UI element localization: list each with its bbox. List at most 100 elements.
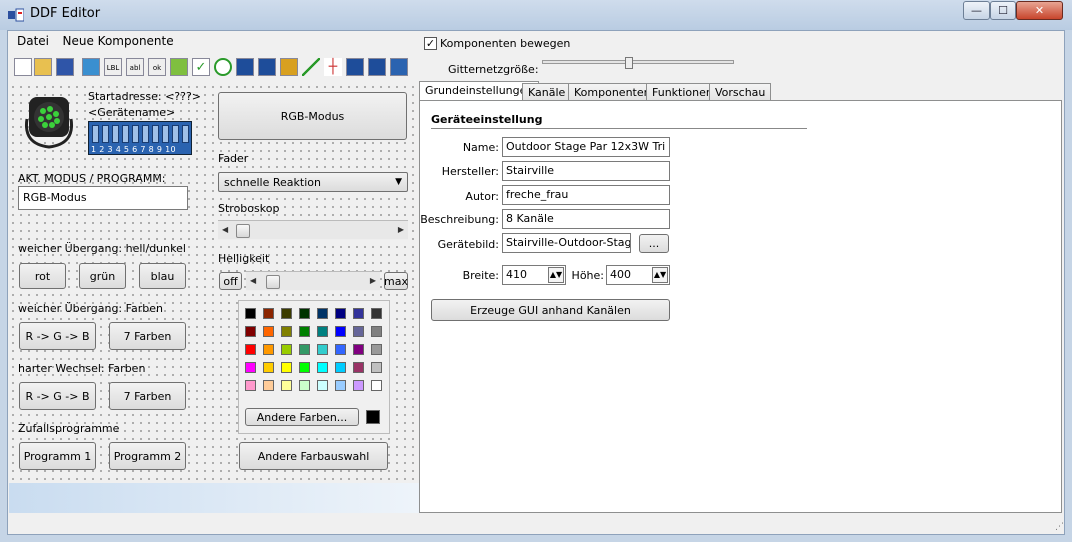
color-swatch[interactable]: [281, 344, 292, 355]
seven-colors-button-hard[interactable]: 7 Farben: [109, 382, 186, 410]
combobox-icon[interactable]: [236, 58, 254, 76]
color-swatch[interactable]: [245, 326, 256, 337]
manufacturer-field[interactable]: Stairville: [502, 161, 670, 181]
selected-color-swatch[interactable]: [366, 410, 380, 424]
color-swatch[interactable]: [263, 326, 274, 337]
close-button[interactable]: ✕: [1016, 1, 1063, 20]
grid-size-slider[interactable]: [624, 57, 633, 69]
current-mode-field[interactable]: RGB-Modus: [18, 186, 188, 210]
color-swatch[interactable]: [281, 326, 292, 337]
dip-switch-cell[interactable]: [112, 125, 119, 143]
color-swatch[interactable]: [299, 326, 310, 337]
color-swatch[interactable]: [371, 344, 382, 355]
move-components-checkbox[interactable]: ✓: [424, 37, 437, 50]
other-colors-button[interactable]: Andere Farben...: [245, 408, 359, 426]
left-arrow-icon[interactable]: ◀: [222, 225, 228, 234]
description-field[interactable]: 8 Kanäle: [502, 209, 670, 229]
color-swatch[interactable]: [263, 308, 274, 319]
dmx-switch-icon[interactable]: [390, 58, 408, 76]
brightness-slider-thumb[interactable]: [266, 275, 280, 289]
numeric-icon[interactable]: [258, 58, 276, 76]
name-field[interactable]: Outdoor Stage Par 12x3W Tri: [502, 137, 670, 157]
tab-funktionen[interactable]: Funktionen: [646, 83, 719, 101]
menu-file[interactable]: Datei: [12, 34, 54, 48]
image-field[interactable]: Stairville-Outdoor-Stage-P...: [502, 233, 631, 253]
listbox2-icon[interactable]: [368, 58, 386, 76]
rgb-cycle-button[interactable]: R -> G -> B: [19, 322, 96, 350]
color-swatch[interactable]: [299, 308, 310, 319]
open-folder-icon[interactable]: [34, 58, 52, 76]
color-swatch[interactable]: [353, 326, 364, 337]
color-swatch[interactable]: [353, 380, 364, 391]
dip-switch-cell[interactable]: [172, 125, 179, 143]
color-swatch[interactable]: [335, 344, 346, 355]
color-swatch[interactable]: [281, 362, 292, 373]
color-swatch[interactable]: [371, 362, 382, 373]
color-swatch[interactable]: [371, 326, 382, 337]
color-swatch[interactable]: [335, 380, 346, 391]
strobe-slider[interactable]: ◀ ▶: [218, 220, 408, 240]
program1-button[interactable]: Programm 1: [19, 442, 96, 470]
color-swatch[interactable]: [245, 344, 256, 355]
color-swatch[interactable]: [317, 326, 328, 337]
maximize-button[interactable]: ☐: [990, 1, 1016, 20]
resize-grip-icon[interactable]: ⋰: [1052, 522, 1064, 534]
listbox-icon[interactable]: [346, 58, 364, 76]
color-swatch[interactable]: [317, 344, 328, 355]
dip-switch[interactable]: 1 2 3 4 5 6 7 8 9 10: [88, 121, 192, 155]
browse-button[interactable]: ...: [639, 234, 669, 253]
color-swatch[interactable]: [335, 308, 346, 319]
brightness-off-button[interactable]: off: [219, 272, 242, 290]
blue-button[interactable]: blau: [139, 263, 186, 289]
dip-switch-cell[interactable]: [122, 125, 129, 143]
color-swatch[interactable]: [371, 380, 382, 391]
green-button[interactable]: grün: [79, 263, 126, 289]
dip-switch-cell[interactable]: [182, 125, 189, 143]
minimize-button[interactable]: —: [963, 1, 990, 20]
label-icon[interactable]: LBL: [104, 58, 122, 76]
new-file-icon[interactable]: [14, 58, 32, 76]
height-spin-icon[interactable]: ▲▼: [652, 267, 668, 283]
color-swatch[interactable]: [281, 380, 292, 391]
rgb-cycle-button-hard[interactable]: R -> G -> B: [19, 382, 96, 410]
color-swatch[interactable]: [263, 380, 274, 391]
textbox-icon[interactable]: abl: [126, 58, 144, 76]
seven-colors-button[interactable]: 7 Farben: [109, 322, 186, 350]
dip-switch-cell[interactable]: [142, 125, 149, 143]
red-button[interactable]: rot: [19, 263, 66, 289]
color-swatch[interactable]: [335, 362, 346, 373]
dip-switch-cell[interactable]: [162, 125, 169, 143]
color-swatch[interactable]: [353, 362, 364, 373]
checkbox-icon[interactable]: ✓: [192, 58, 210, 76]
color-swatch[interactable]: [281, 308, 292, 319]
progress-icon[interactable]: [170, 58, 188, 76]
tab-kan-le[interactable]: Kanäle: [522, 83, 572, 101]
button-icon[interactable]: ok: [148, 58, 166, 76]
tab-vorschau[interactable]: Vorschau: [709, 83, 772, 101]
image-icon[interactable]: [82, 58, 100, 76]
radio-icon[interactable]: [214, 58, 232, 76]
other-color-select-button[interactable]: Andere Farbauswahl: [239, 442, 388, 470]
color-swatch[interactable]: [317, 308, 328, 319]
color-swatch[interactable]: [245, 362, 256, 373]
right-arrow-icon[interactable]: ▶: [370, 276, 376, 285]
color-swatch[interactable]: [353, 344, 364, 355]
color-swatch[interactable]: [245, 380, 256, 391]
tab-komponenten[interactable]: Komponenten: [568, 83, 657, 101]
color-swatch[interactable]: [335, 326, 346, 337]
color-swatch[interactable]: [317, 362, 328, 373]
line-icon[interactable]: [302, 58, 320, 76]
color-swatch[interactable]: [299, 380, 310, 391]
generate-gui-button[interactable]: Erzeuge GUI anhand Kanälen: [431, 299, 670, 321]
author-field[interactable]: freche_frau: [502, 185, 670, 205]
color-swatch[interactable]: [245, 308, 256, 319]
program2-button[interactable]: Programm 2: [109, 442, 186, 470]
dip-switch-cell[interactable]: [102, 125, 109, 143]
color-swatch[interactable]: [353, 308, 364, 319]
color-swatch[interactable]: [263, 362, 274, 373]
color-swatch[interactable]: [299, 344, 310, 355]
menu-new-component[interactable]: Neue Komponente: [58, 34, 179, 48]
color-swatch[interactable]: [371, 308, 382, 319]
color-swatch[interactable]: [299, 362, 310, 373]
color-grid-icon[interactable]: [280, 58, 298, 76]
